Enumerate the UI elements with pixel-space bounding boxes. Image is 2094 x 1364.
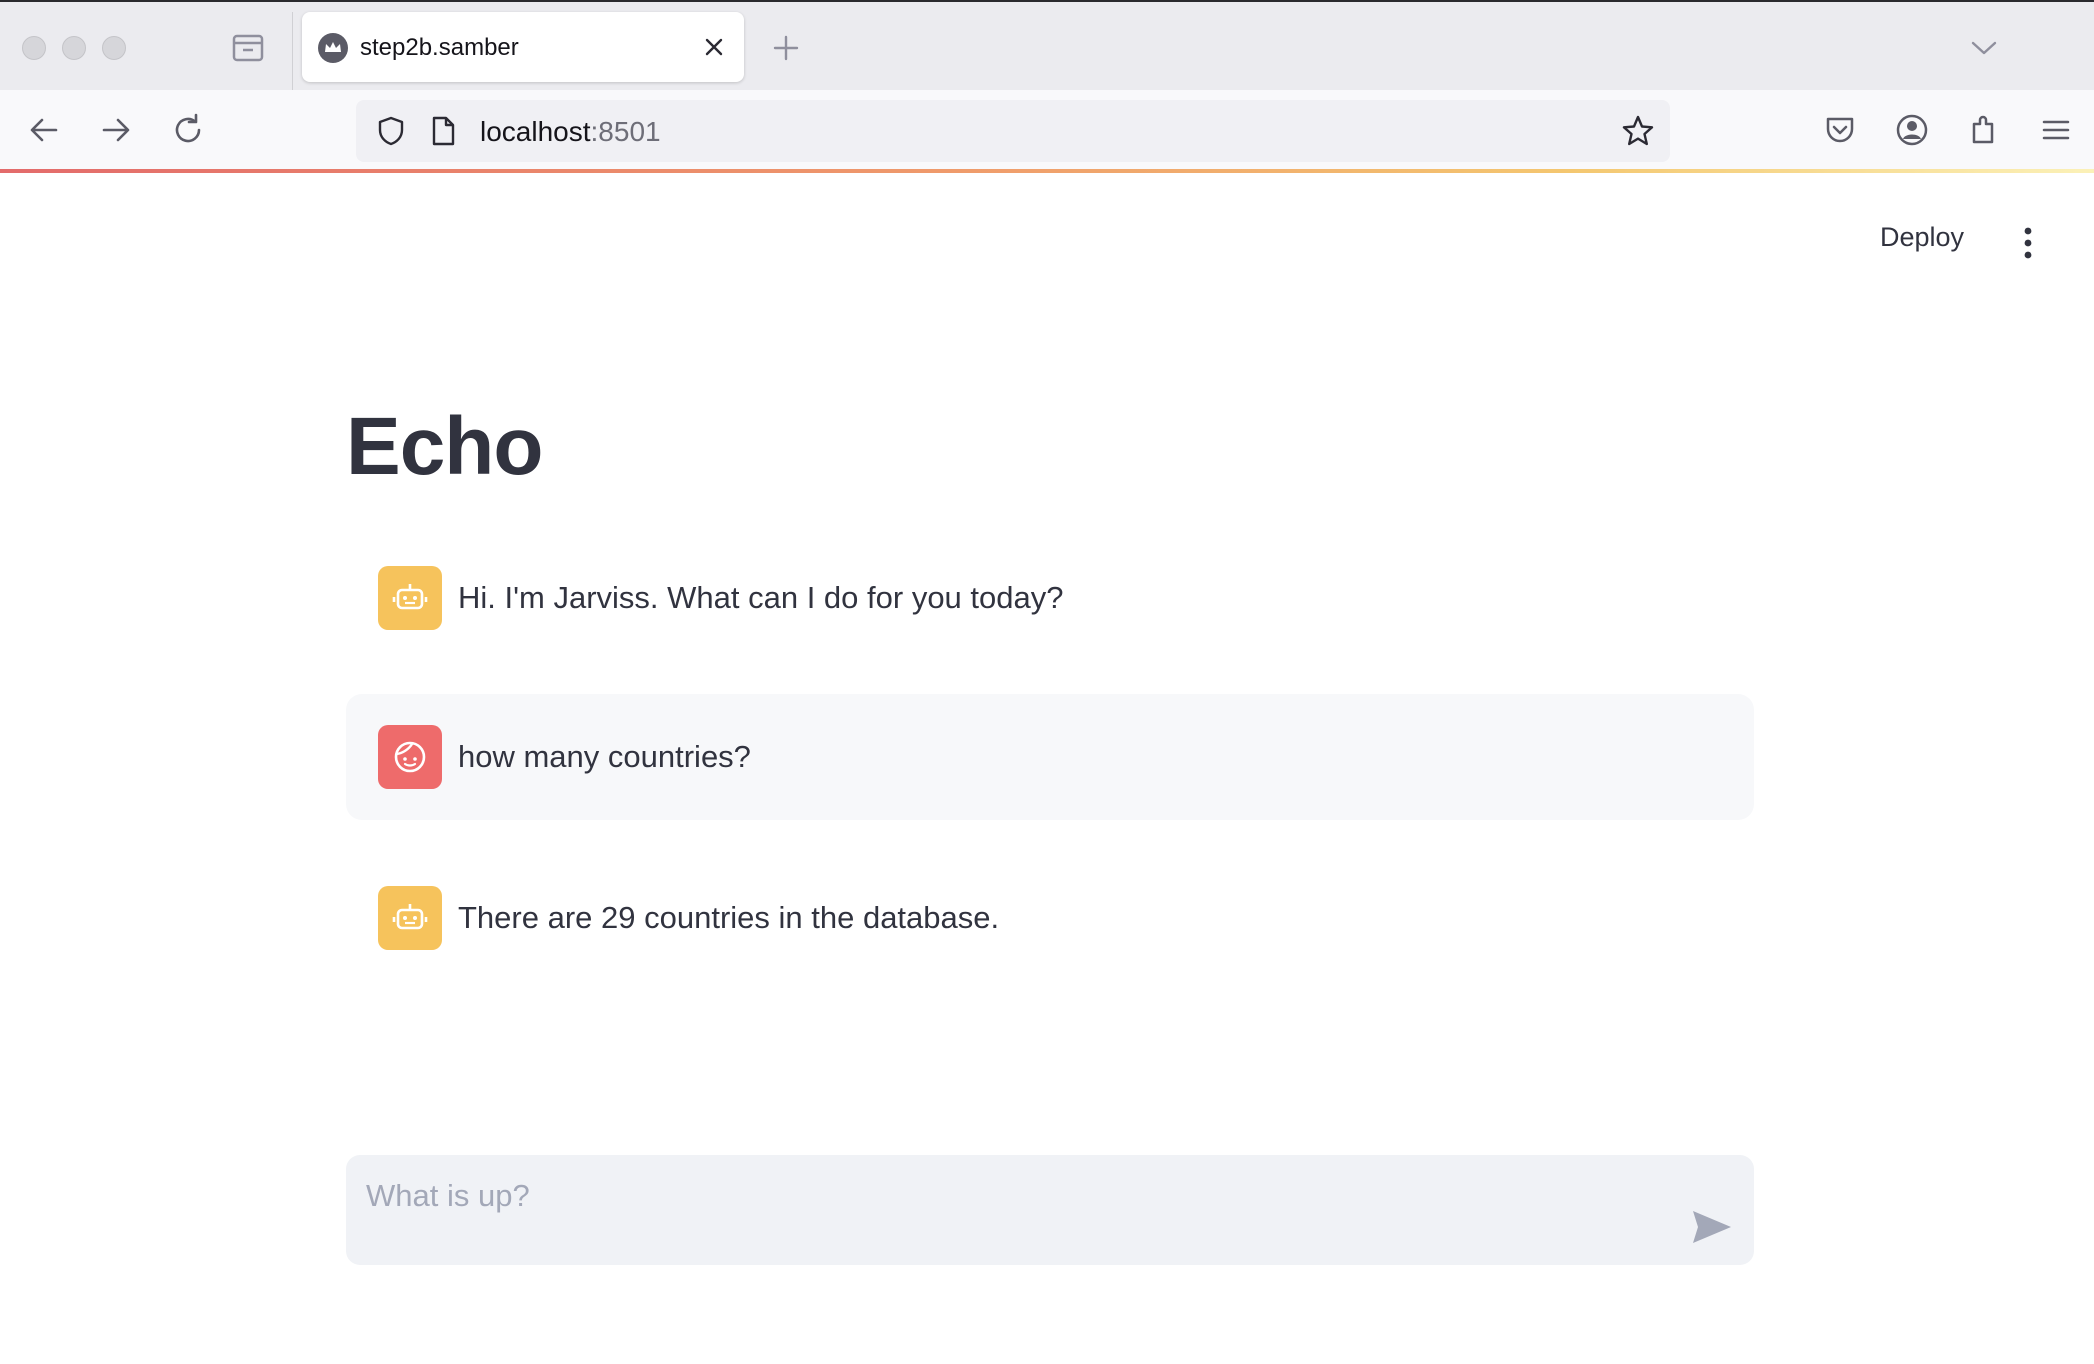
url-text[interactable]: localhost:8501 <box>480 116 661 148</box>
robot-icon <box>378 886 442 950</box>
message-text: Hi. I'm Jarviss. What can I do for you t… <box>458 580 1064 615</box>
page-load-progress <box>0 169 2094 173</box>
browser-tab-bar: step2b.samber <box>0 0 2094 92</box>
close-icon[interactable] <box>698 31 730 63</box>
chat-message-assistant: There are 29 countries in the database. <box>346 855 1754 981</box>
chevron-down-icon[interactable] <box>1966 30 2002 66</box>
tab-title: step2b.samber <box>360 34 519 61</box>
window-close-button[interactable] <box>22 36 46 60</box>
star-icon[interactable] <box>1620 113 1656 149</box>
account-icon[interactable] <box>1892 110 1932 150</box>
page-icon <box>428 114 458 148</box>
url-host: localhost <box>480 116 591 147</box>
url-port: :8501 <box>590 116 661 147</box>
back-arrow-icon[interactable] <box>24 110 64 150</box>
browser-toolbar: localhost:8501 <box>0 90 2094 170</box>
window-zoom-button[interactable] <box>102 36 126 60</box>
robot-icon <box>378 566 442 630</box>
message-text: how many countries? <box>458 739 751 774</box>
crown-icon <box>318 33 348 63</box>
extensions-icon[interactable] <box>1964 110 2004 150</box>
plus-icon[interactable] <box>768 30 804 66</box>
chat-input[interactable] <box>364 1173 1668 1219</box>
chat-message-assistant: Hi. I'm Jarviss. What can I do for you t… <box>346 535 1754 661</box>
hamburger-menu-icon[interactable] <box>2036 110 2076 150</box>
tab-list-icon[interactable] <box>228 30 268 66</box>
face-icon <box>378 725 442 789</box>
forward-arrow-icon[interactable] <box>96 110 136 150</box>
deploy-button[interactable]: Deploy <box>1880 222 1964 253</box>
address-bar[interactable]: localhost:8501 <box>356 100 1670 162</box>
tab-separator <box>292 12 293 92</box>
browser-tab[interactable]: step2b.samber <box>302 12 744 82</box>
window-minimize-button[interactable] <box>62 36 86 60</box>
reload-icon[interactable] <box>168 110 208 150</box>
page-title: Echo <box>346 401 543 492</box>
more-vertical-icon[interactable] <box>2010 222 2046 266</box>
send-icon[interactable] <box>1690 1207 1734 1247</box>
message-text: There are 29 countries in the database. <box>458 900 1000 935</box>
shield-icon[interactable] <box>374 114 408 148</box>
chat-message-user: how many countries? <box>346 694 1754 820</box>
chat-input-container <box>346 1155 1754 1265</box>
pocket-icon[interactable] <box>1820 110 1860 150</box>
